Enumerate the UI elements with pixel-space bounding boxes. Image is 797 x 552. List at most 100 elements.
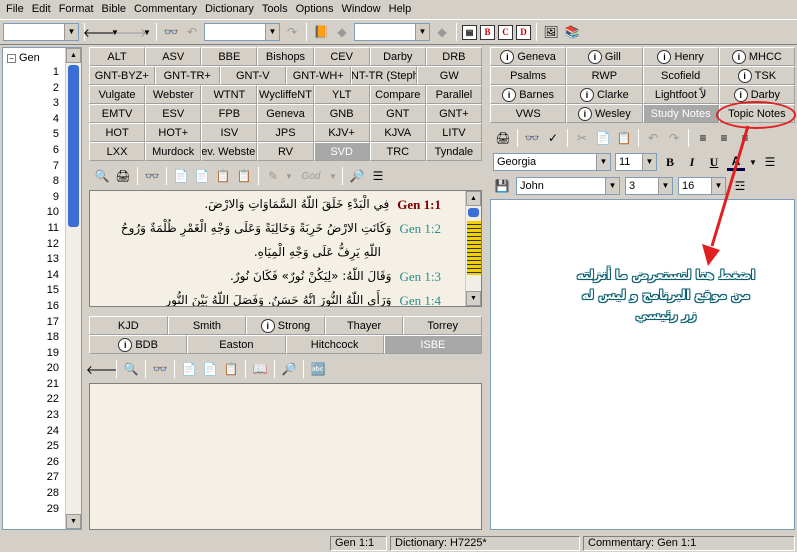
verse-line[interactable]: وَرَأَى اللّهُ النُّورَ انَّهُ حَسَنٌ. و…	[165, 293, 441, 306]
tab-gnb[interactable]: GNB	[313, 104, 370, 123]
menu-help[interactable]: Help	[385, 0, 416, 18]
tab-alt[interactable]: ALT	[89, 47, 146, 66]
cut-icon[interactable]: ✂	[573, 129, 591, 147]
tab-kjd[interactable]: KJD	[89, 316, 168, 335]
tab-trc[interactable]: TRC	[369, 142, 426, 161]
rtf-d-icon[interactable]: D	[516, 24, 531, 40]
scroll-up-icon[interactable]: ▲	[66, 48, 81, 63]
back-arrow-icon[interactable]: 🡐	[86, 360, 118, 378]
font-family-combo[interactable]: Georgia ▼	[493, 153, 611, 171]
paste-icon[interactable]: 📋	[615, 129, 633, 147]
tab-geneva[interactable]: i Geneva	[490, 47, 567, 66]
verse-reference[interactable]: Gen 1:2	[399, 221, 441, 237]
tree-chapter-item[interactable]: 18	[39, 330, 59, 346]
dictionary-text-panel[interactable]	[89, 383, 482, 530]
verse-line[interactable]: وَقَالَ اللّهُ: «لِيَكُنْ نُورٌ» فَكَانَ…	[230, 269, 441, 285]
search-doc-icon[interactable]: 🔍	[122, 360, 140, 378]
chevron-down-icon[interactable]: ▼	[329, 167, 337, 185]
tree-chapter-item[interactable]: 16	[39, 299, 59, 315]
tab-wesley[interactable]: i Wesley	[566, 104, 643, 123]
bible-scrollbar[interactable]: ▲ ▼	[465, 191, 481, 306]
tree-chapter-item[interactable]: 6	[39, 143, 59, 159]
tab-esv[interactable]: ESV	[145, 104, 202, 123]
book-chapter-tree[interactable]: − Gen 1 2 3 4 5 6 7 8 9 10 11 12 13 14 15 16 17 18 19 20 21 2…	[2, 47, 82, 530]
verse-line[interactable]: فِي الْبَدْءِ خَلَقَ اللّهُ السَّمَاوَات…	[204, 197, 441, 213]
tree-chapter-item[interactable]: 2	[39, 81, 59, 97]
clipboard-icon[interactable]: 📋	[222, 360, 240, 378]
chevron-down-icon[interactable]: ▼	[143, 23, 151, 41]
tab-kjva[interactable]: KJVA	[369, 123, 426, 142]
layout-window-icon[interactable]: ▤	[462, 24, 477, 40]
tab-svd[interactable]: SVD	[313, 142, 370, 161]
tab-jps[interactable]: JPS	[257, 123, 314, 142]
highlight-pen-icon[interactable]: ✎	[264, 167, 282, 185]
font-size-combo[interactable]: 11 ▼	[615, 153, 657, 171]
tree-chapter-item[interactable]: 17	[39, 315, 59, 331]
tab-barnes[interactable]: i Barnes	[490, 85, 567, 104]
collapse-icon[interactable]: −	[7, 53, 16, 63]
tab-vulgate[interactable]: Vulgate	[89, 85, 146, 104]
menu-commentary[interactable]: Commentary	[130, 0, 201, 18]
tree-chapter-item[interactable]: 1	[39, 65, 59, 81]
tab-torrey[interactable]: Torrey	[403, 316, 482, 335]
tree-chapter-item[interactable]: 14	[39, 268, 59, 284]
tab-rev-webster[interactable]: Rev. Webster+	[201, 142, 258, 161]
split-view-icon[interactable]: ☰	[369, 167, 387, 185]
tree-chapter-item[interactable]: 20	[39, 361, 59, 377]
tab-parallel[interactable]: Parallel	[425, 85, 482, 104]
strongs-toggle[interactable]: God	[296, 167, 326, 185]
binoculars-icon[interactable]: 👓	[162, 23, 180, 41]
copy-icon[interactable]: 📄	[180, 360, 198, 378]
tab-wtnt[interactable]: WTNT	[201, 85, 258, 104]
print-icon[interactable]: 🖨	[114, 167, 132, 185]
scroll-thumb[interactable]	[468, 208, 479, 217]
clear-icon[interactable]: ◆	[433, 23, 451, 41]
search-combo[interactable]: ▼	[204, 23, 280, 41]
bold-button[interactable]: B	[661, 153, 679, 171]
tab-mhcc[interactable]: i MHCC	[718, 47, 795, 66]
tab-gnt-tr[interactable]: GNT-TR+	[154, 66, 220, 85]
binoculars-icon[interactable]: 👓	[143, 167, 161, 185]
tab-webster[interactable]: Webster	[145, 85, 202, 104]
verse-reference[interactable]: Gen 1:1	[397, 197, 441, 213]
notes-chapter-combo[interactable]: 3 ▼	[625, 177, 673, 195]
tree-chapter-item[interactable]: 29	[39, 502, 59, 518]
tab-hot[interactable]: HOT+	[145, 123, 202, 142]
tree-chapter-item[interactable]: 10	[39, 205, 59, 221]
tab-psalms[interactable]: Psalms	[490, 66, 567, 85]
tab-gw[interactable]: GW	[416, 66, 482, 85]
tab-gnt[interactable]: GNT	[369, 104, 426, 123]
tree-chapter-item[interactable]: 3	[39, 96, 59, 112]
scroll-thumb[interactable]	[68, 65, 79, 227]
tab-drb[interactable]: DRB	[425, 47, 482, 66]
tree-chapter-item[interactable]: 11	[39, 221, 59, 237]
tree-chapter-item[interactable]: 28	[39, 486, 59, 502]
clipboard-icon[interactable]: 📋	[235, 167, 253, 185]
scroll-down-icon[interactable]: ▼	[466, 291, 481, 306]
menu-format[interactable]: Format	[55, 0, 98, 18]
menu-dictionary[interactable]: Dictionary	[201, 0, 258, 18]
menu-file[interactable]: File	[2, 0, 28, 18]
history-icon[interactable]: ↶	[183, 23, 201, 41]
tab-bdb[interactable]: i BDB	[89, 335, 188, 354]
menu-options[interactable]: Options	[292, 0, 338, 18]
tab-geneva[interactable]: Geneva	[257, 104, 314, 123]
undo-icon[interactable]: ↶	[644, 129, 662, 147]
tree-chapter-item[interactable]: 8	[39, 174, 59, 190]
tree-chapter-item[interactable]: 27	[39, 470, 59, 486]
tab-hot[interactable]: HOT	[89, 123, 146, 142]
tree-chapter-item[interactable]: 4	[39, 112, 59, 128]
tab-gnt-v[interactable]: GNT-V	[220, 66, 286, 85]
books-stack-icon[interactable]: 📚	[563, 23, 581, 41]
tree-root-gen[interactable]: − Gen	[7, 52, 40, 64]
print-icon[interactable]: 🖨	[494, 129, 512, 147]
tree-chapter-item[interactable]: 5	[39, 127, 59, 143]
tree-chapter-item[interactable]: 25	[39, 439, 59, 455]
lexicon-icon[interactable]: 🔤	[309, 360, 327, 378]
forward-history-icon[interactable]: ↷	[283, 23, 301, 41]
tab-gill[interactable]: i Gill	[566, 47, 643, 66]
tab-gnt-byz[interactable]: GNT-BYZ+	[89, 66, 155, 85]
notes-book-combo[interactable]: John ▼	[516, 177, 620, 195]
redo-icon[interactable]: ↷	[665, 129, 683, 147]
tree-chapter-item[interactable]: 26	[39, 455, 59, 471]
